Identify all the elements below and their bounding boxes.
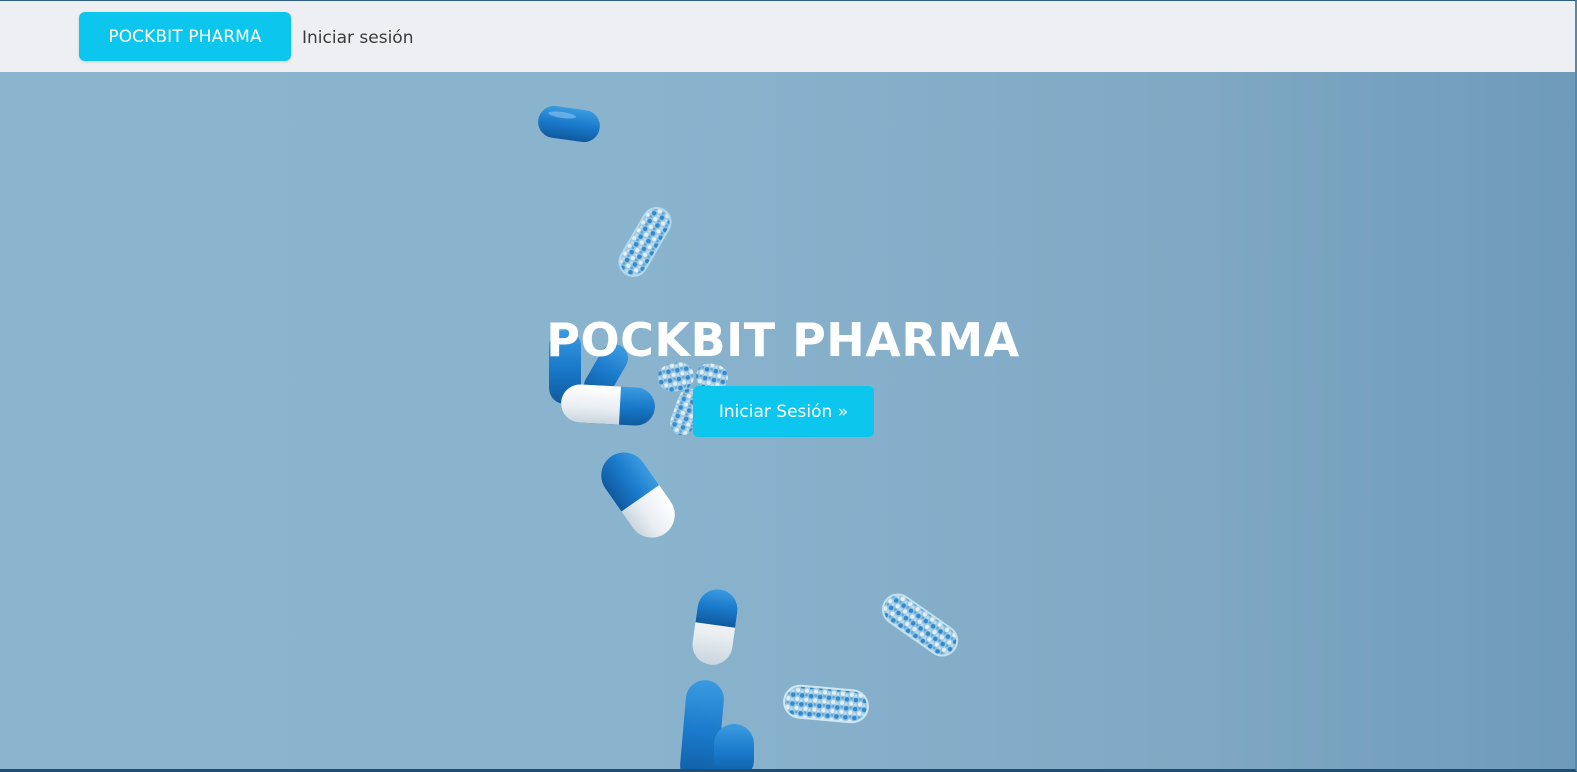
capsule — [618, 207, 672, 277]
hero-section: POCKBIT PHARMA Iniciar Sesión » — [0, 72, 1575, 769]
login-link[interactable]: Iniciar sesión — [302, 27, 413, 49]
top-navbar: POCKBIT PHARMA Iniciar sesión — [0, 1, 1575, 72]
capsule — [538, 105, 600, 143]
brand-button[interactable]: POCKBIT PHARMA — [79, 12, 291, 61]
capsule — [714, 724, 754, 769]
capsule — [561, 384, 655, 426]
capsule — [601, 452, 675, 538]
capsule — [881, 593, 959, 657]
hero-title: POCKBIT PHARMA — [546, 313, 1020, 367]
page-frame: POCKBIT PHARMA Iniciar sesión POCKBIT PH… — [0, 0, 1577, 772]
capsule — [692, 589, 738, 665]
login-cta-button[interactable]: Iniciar Sesión » — [693, 386, 874, 437]
capsule — [783, 684, 869, 724]
